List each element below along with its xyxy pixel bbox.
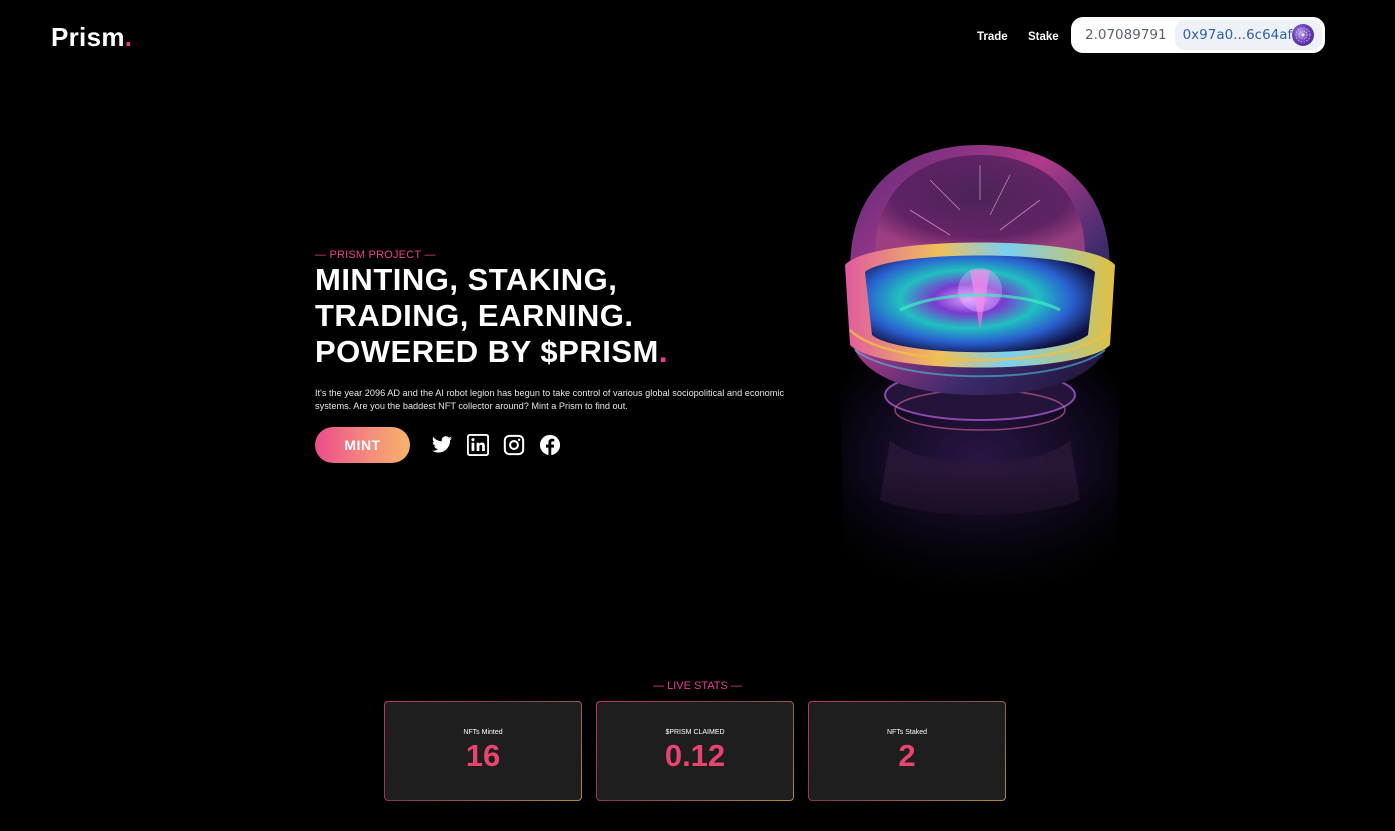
nav-stake-link[interactable]: Stake <box>1028 31 1059 43</box>
page: Prism. Trade Stake 2.07089791 0x97a0...6… <box>0 0 1395 831</box>
wallet-balance: 2.07089791 <box>1085 27 1167 43</box>
hero-description: It's the year 2096 AD and the AI robot l… <box>315 388 785 411</box>
headline-line-1: MINTING, STAKING, <box>315 262 618 297</box>
logo-dot: . <box>124 22 133 52</box>
stat-label: NFTs Staked <box>886 729 928 736</box>
stat-value: 2 <box>898 738 916 773</box>
stat-value: 0.12 <box>664 738 726 773</box>
wallet-address: 0x97a0...6c64af <box>1182 27 1293 43</box>
twitter-icon[interactable] <box>431 434 453 456</box>
linkedin-icon[interactable] <box>467 434 489 456</box>
hero-headline: MINTING, STAKING, TRADING, EARNING. POWE… <box>315 262 668 370</box>
live-stats-label: — LIVE STATS — <box>653 680 742 692</box>
stat-value: 16 <box>465 738 501 773</box>
logo[interactable]: Prism. <box>51 22 132 53</box>
wallet-widget[interactable]: 2.07089791 0x97a0...6c64af <box>1071 17 1325 53</box>
stat-card-nfts-staked: NFTs Staked 2 <box>808 701 1006 801</box>
headline-line-2: TRADING, EARNING. <box>315 298 634 333</box>
mint-button[interactable]: MINT <box>315 427 410 463</box>
facebook-icon[interactable] <box>539 434 561 456</box>
logo-text: Prism <box>51 22 125 52</box>
stat-label: $PRISM CLAIMED <box>665 729 725 736</box>
instagram-icon[interactable] <box>503 434 525 456</box>
nav-trade-link[interactable]: Trade <box>977 31 1008 43</box>
headline-line-3: POWERED BY $PRISM. <box>315 334 668 370</box>
hero-kicker: — PRISM PROJECT — <box>315 249 436 261</box>
headline-line-3-text: POWERED BY $PRISM <box>315 334 659 369</box>
stat-card-prism-claimed: $PRISM CLAIMED 0.12 <box>596 701 794 801</box>
hero-robot-image <box>830 140 1130 600</box>
wallet-address-button[interactable]: 0x97a0...6c64af <box>1174 20 1323 50</box>
stat-card-nfts-minted: NFTs Minted 16 <box>384 701 582 801</box>
stat-label: NFTs Minted <box>463 729 503 736</box>
headline-dot: . <box>658 334 668 369</box>
wallet-avatar-icon <box>1292 24 1315 46</box>
social-links <box>431 434 561 456</box>
